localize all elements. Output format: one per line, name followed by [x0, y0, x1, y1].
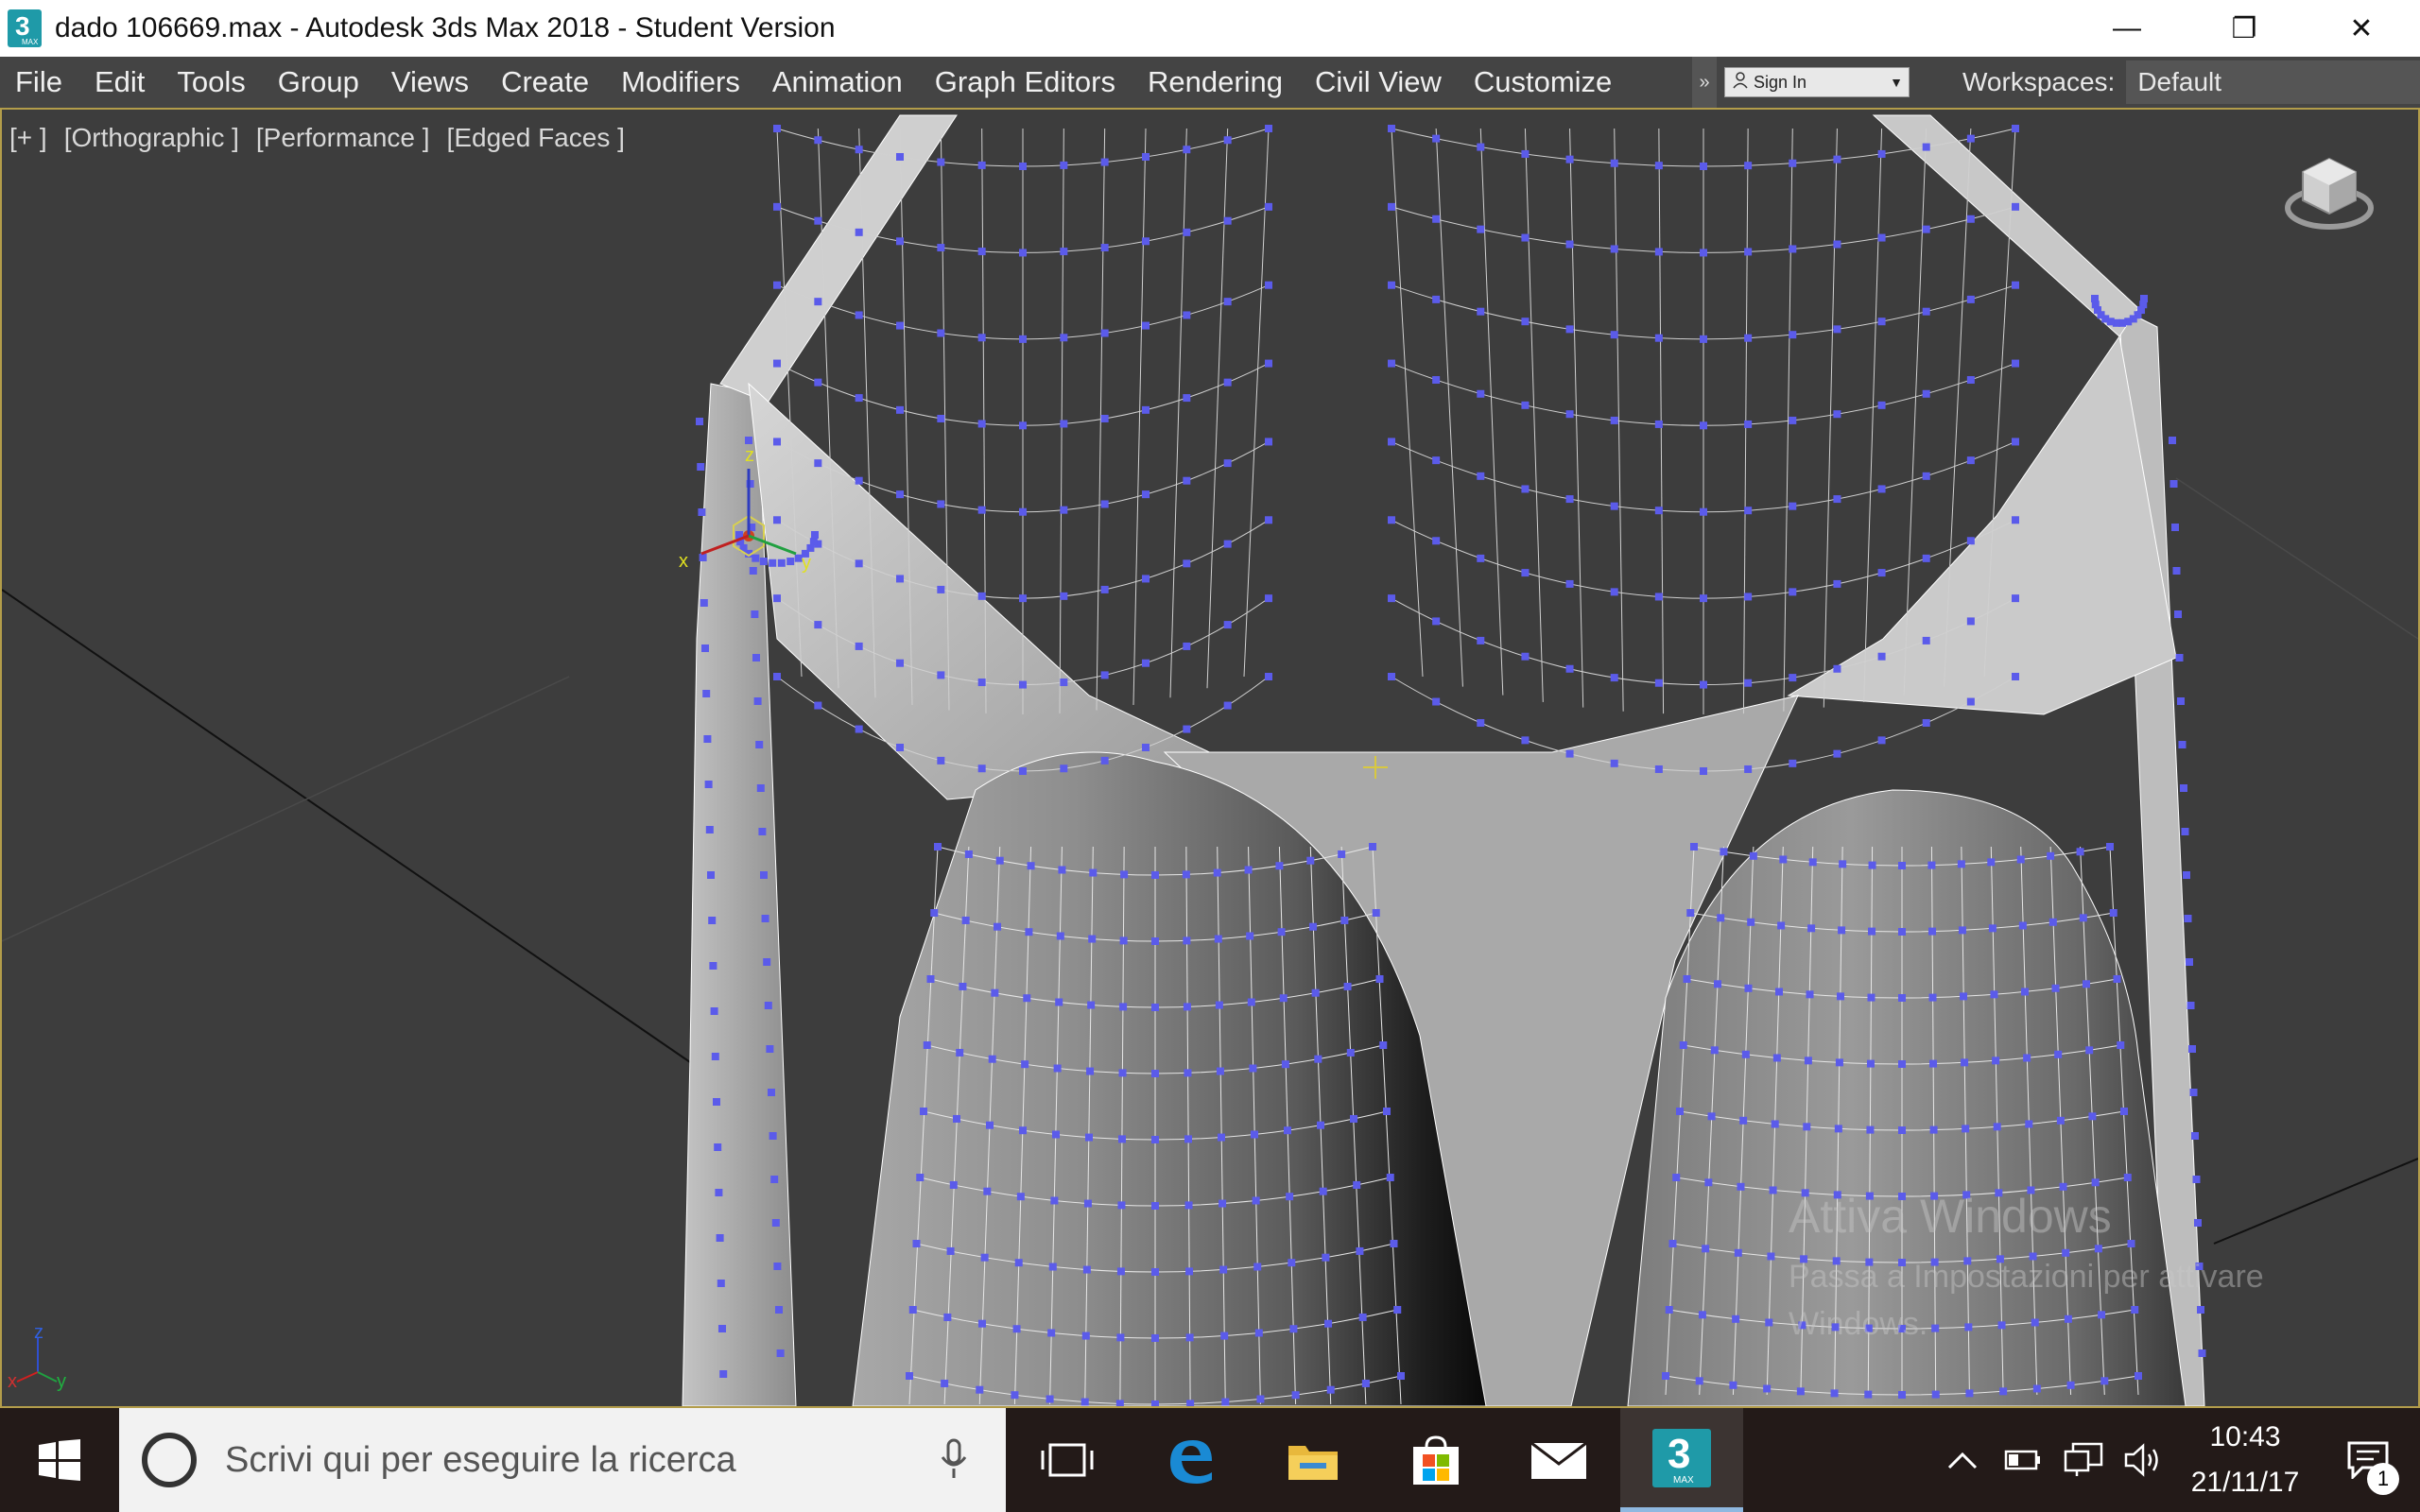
chevron-up-icon[interactable]: [1932, 1408, 1993, 1512]
microphone-icon[interactable]: [940, 1438, 968, 1485]
tripod-z-label: z: [34, 1322, 43, 1343]
max-icon-sub: MAX: [1673, 1474, 1694, 1486]
volume-icon[interactable]: [2114, 1408, 2174, 1512]
menu-edit[interactable]: Edit: [78, 57, 161, 108]
gizmo-x-label: x: [679, 551, 688, 572]
menu-group[interactable]: Group: [262, 57, 375, 108]
notification-count-badge: 1: [2367, 1463, 2399, 1495]
network-icon[interactable]: [2053, 1408, 2114, 1512]
windows-taskbar: Scrivi qui per eseguire la ricerca 3 MAX: [0, 1408, 2420, 1512]
taskbar-clock[interactable]: 10:43 21/11/17: [2174, 1415, 2316, 1505]
sign-in-dropdown[interactable]: Sign In ▼: [1724, 67, 1910, 97]
viewport-point-of-view[interactable]: [Orthographic ]: [64, 123, 239, 153]
menu-bar: File Edit Tools Group Views Create Modif…: [0, 57, 2420, 108]
minimize-button[interactable]: —: [2068, 0, 2186, 57]
restore-button[interactable]: ❐: [2186, 0, 2303, 57]
file-explorer-icon[interactable]: [1252, 1408, 1374, 1512]
task-view-icon[interactable]: [1006, 1408, 1129, 1512]
tripod-y-label: y: [57, 1371, 66, 1392]
orthographic-viewport[interactable]: z x y z x y [+ ] [Orthographic ] [Perfor…: [0, 108, 2420, 1408]
viewport-edged-faces[interactable]: [Edged Faces ]: [447, 123, 625, 153]
start-button[interactable]: [0, 1408, 119, 1512]
windows-activation-watermark: Attiva Windows Passa a Impostazioni per …: [1789, 1189, 2318, 1348]
search-placeholder: Scrivi qui per eseguire la ricerca: [225, 1439, 736, 1480]
menu-customize[interactable]: Customize: [1458, 57, 1628, 108]
clock-time: 10:43: [2209, 1421, 2281, 1452]
window-title: dado 106669.max - Autodesk 3ds Max 2018 …: [55, 12, 836, 43]
3dsmax-taskbar-icon[interactable]: 3 MAX: [1620, 1408, 1743, 1512]
menu-rendering[interactable]: Rendering: [1132, 57, 1299, 108]
battery-icon[interactable]: [1993, 1408, 2053, 1512]
max-icon-number: 3: [1668, 1430, 1691, 1477]
taskbar-search-box[interactable]: Scrivi qui per eseguire la ricerca: [119, 1408, 1006, 1512]
mail-icon[interactable]: [1497, 1408, 1620, 1512]
viewport-shading-performance[interactable]: [Performance ]: [256, 123, 430, 153]
menu-overflow-button[interactable]: »: [1692, 57, 1717, 108]
menu-animation[interactable]: Animation: [756, 57, 919, 108]
close-button[interactable]: ✕: [2303, 0, 2420, 57]
workspaces-select[interactable]: Default ▼: [2126, 60, 2420, 104]
edge-browser-icon[interactable]: [1129, 1408, 1252, 1512]
menu-modifiers[interactable]: Modifiers: [605, 57, 756, 108]
gizmo-y-label: y: [802, 553, 811, 574]
cortana-icon[interactable]: [142, 1433, 197, 1487]
chevron-down-icon: ▼: [1890, 75, 1903, 90]
user-icon: [1733, 71, 1748, 94]
menu-create[interactable]: Create: [485, 57, 605, 108]
menu-file[interactable]: File: [0, 57, 78, 108]
menu-graph-editors[interactable]: Graph Editors: [919, 57, 1132, 108]
clock-date: 21/11/17: [2190, 1467, 2300, 1498]
viewcube-icon[interactable]: [2284, 151, 2375, 238]
watermark-title: Attiva Windows: [1789, 1190, 2112, 1243]
axis-tripod: z x y: [8, 1322, 66, 1392]
workspace-value: Default: [2137, 67, 2222, 96]
viewport-menu-plus[interactable]: [+ ]: [9, 123, 47, 153]
action-center-button[interactable]: 1: [2316, 1408, 2420, 1512]
workspaces-label: Workspaces:: [1962, 67, 2116, 96]
title-bar: 3 MAX dado 106669.max - Autodesk 3ds Max…: [0, 0, 2420, 57]
window-controls: — ❐ ✕: [2068, 0, 2420, 57]
menu-tools[interactable]: Tools: [161, 57, 261, 108]
windows-logo-icon: [39, 1439, 80, 1481]
store-icon[interactable]: [1374, 1408, 1497, 1512]
viewport-labels: [+ ] [Orthographic ] [Performance ] [Edg…: [9, 123, 642, 153]
menu-civil-view[interactable]: Civil View: [1299, 57, 1458, 108]
watermark-text: Passa a Impostazioni per attivare Window…: [1789, 1259, 2264, 1342]
gizmo-z-label: z: [745, 445, 754, 466]
3dsmax-app-icon[interactable]: 3 MAX: [8, 9, 42, 47]
sign-in-label: Sign In: [1754, 72, 1807, 92]
menu-views[interactable]: Views: [375, 57, 485, 108]
system-tray: 10:43 21/11/17 1: [1932, 1408, 2420, 1512]
menu-right-area: » Sign In ▼ Workspaces: Default ▼: [1692, 57, 2420, 108]
tripod-x-label: x: [8, 1371, 17, 1392]
